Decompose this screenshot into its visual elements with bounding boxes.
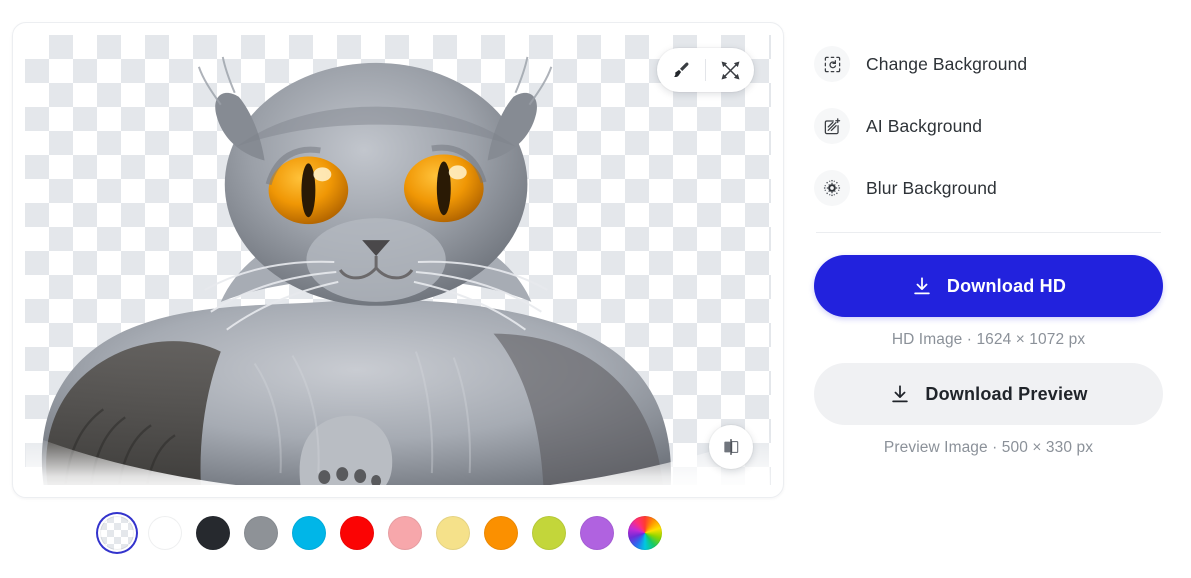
download-icon	[914, 277, 930, 295]
swatch-chip	[436, 516, 470, 550]
background-remover-app: Change Background AI Background Blur Bac…	[0, 0, 1191, 578]
swatch-transparent[interactable]	[98, 514, 136, 552]
swatch-chip	[196, 516, 230, 550]
magic-tools-button[interactable]	[706, 48, 754, 92]
action-change-background[interactable]: Change Background	[814, 46, 1027, 82]
swatch-pink[interactable]	[386, 514, 424, 552]
swatch-chip	[292, 516, 326, 550]
swatch-chip	[148, 516, 182, 550]
blur-dots-icon	[814, 170, 850, 206]
swatch-purple[interactable]	[578, 514, 616, 552]
swatch-custom-color-picker[interactable]	[626, 514, 664, 552]
download-hd-label: Download HD	[946, 275, 1067, 296]
background-color-swatches	[12, 514, 784, 552]
canvas-tool-pill	[657, 48, 754, 92]
crossed-tools-icon	[721, 61, 739, 79]
action-label: AI Background	[866, 115, 983, 136]
compare-split-icon	[724, 439, 739, 455]
brush-tool-button[interactable]	[657, 48, 705, 92]
swatch-chip	[532, 516, 566, 550]
download-hd-button[interactable]: Download HD	[814, 255, 1163, 317]
replace-image-icon	[814, 46, 850, 82]
swatch-chip	[580, 516, 614, 550]
editor-panel	[0, 0, 800, 578]
download-preview-caption: Preview Image · 500 × 330 px	[883, 439, 1094, 456]
swatch-yellow[interactable]	[434, 514, 472, 552]
swatch-black[interactable]	[194, 514, 232, 552]
swatch-chip	[100, 516, 134, 550]
swatch-chip	[628, 516, 662, 550]
swatch-chip	[388, 516, 422, 550]
swatch-chip	[340, 516, 374, 550]
magic-square-icon	[814, 108, 850, 144]
action-ai-background[interactable]: AI Background	[814, 108, 982, 144]
brush-icon	[674, 62, 689, 78]
swatch-chip	[484, 516, 518, 550]
download-preview-button[interactable]: Download Preview	[814, 363, 1163, 425]
swatch-chip	[244, 516, 278, 550]
sidebar-divider	[816, 232, 1161, 233]
compare-toggle-button[interactable]	[709, 425, 753, 469]
swatch-gray[interactable]	[242, 514, 280, 552]
download-preview-label: Download Preview	[925, 383, 1088, 404]
swatch-lime[interactable]	[530, 514, 568, 552]
background-actions-list: Change Background AI Background Blur Bac…	[814, 46, 1163, 206]
action-label: Blur Background	[866, 177, 997, 198]
download-icon	[892, 385, 909, 403]
subject-image-cat	[25, 56, 771, 485]
swatch-orange[interactable]	[482, 514, 520, 552]
swatch-red[interactable]	[338, 514, 376, 552]
download-hd-caption: HD Image · 1624 × 1072 px	[891, 331, 1086, 348]
image-canvas-frame	[12, 22, 784, 498]
transparent-canvas[interactable]	[25, 35, 771, 485]
swatch-cyan[interactable]	[290, 514, 328, 552]
action-blur-background[interactable]: Blur Background	[814, 170, 997, 206]
swatch-white[interactable]	[146, 514, 184, 552]
action-label: Change Background	[866, 53, 1028, 74]
sidebar-panel: Change Background AI Background Blur Bac…	[800, 0, 1191, 578]
